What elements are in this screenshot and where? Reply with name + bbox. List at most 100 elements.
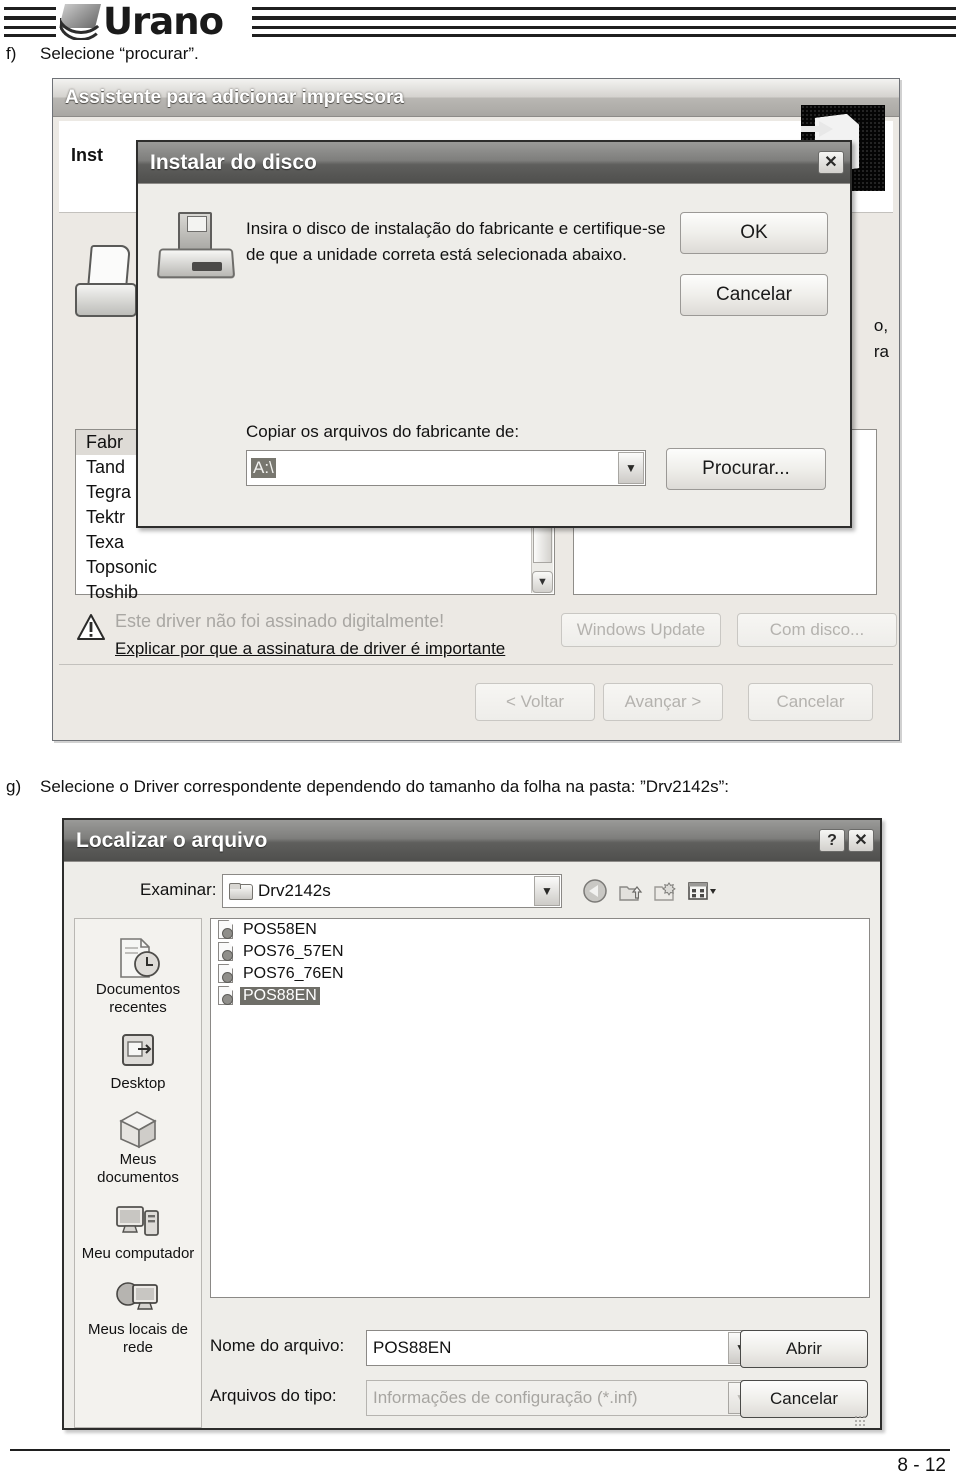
place-recent-documents[interactable]: Documentos recentes — [76, 931, 200, 1023]
warning-triangle-icon — [77, 613, 105, 641]
resize-grip-icon[interactable] — [854, 1415, 866, 1427]
place-label-2: recentes — [109, 999, 167, 1016]
file-name: POS58EN — [243, 921, 317, 938]
wizard-footer: < Voltar Avançar > Cancelar — [59, 664, 893, 738]
wizard-right-text: o, ra — [874, 313, 889, 365]
list-item[interactable]: POS76_76EN — [211, 963, 869, 985]
disk-dialog-body: Insira o disco de instalação do fabrican… — [138, 184, 850, 536]
file-type-label: Arquivos do tipo: — [210, 1386, 337, 1405]
back-button[interactable]: < Voltar — [475, 683, 595, 721]
place-label: Meu computador — [81, 1245, 195, 1262]
help-icon[interactable]: ? — [819, 829, 845, 852]
close-icon[interactable]: ✕ — [818, 151, 844, 174]
file-dialog-title: Localizar o arquivo — [76, 828, 268, 852]
file-name-combobox[interactable]: POS88EN ▼ — [366, 1330, 756, 1366]
up-folder-icon[interactable] — [617, 878, 643, 904]
file-name: POS76_57EN — [243, 943, 344, 960]
disk-dialog-message: Insira o disco de instalação do fabrican… — [246, 216, 686, 268]
desktop-icon — [76, 1029, 200, 1075]
views-icon[interactable] — [687, 878, 716, 904]
step-f-marker: f) — [6, 44, 17, 63]
place-label-2: documentos — [97, 1169, 179, 1186]
file-type-combobox[interactable]: Informações de configuração (*.inf) ▼ — [366, 1380, 756, 1416]
look-in-value-wrap: Drv2142s — [223, 881, 533, 901]
brand-name: Urano — [103, 0, 224, 43]
file-type-value: Informações de configuração (*.inf) — [373, 1388, 638, 1407]
list-item[interactable]: Toshib — [76, 580, 554, 605]
place-label: Documentos — [95, 981, 181, 998]
header-rule-left — [4, 5, 56, 37]
com-disco-button[interactable]: Com disco... — [737, 613, 897, 647]
footer-divider — [10, 1449, 950, 1451]
ok-button[interactable]: OK — [680, 212, 828, 254]
wizard-title: Assistente para adicionar impressora — [65, 86, 404, 108]
cancel-button[interactable]: Cancelar — [740, 1380, 868, 1418]
file-dialog-footer: Nome do arquivo: POS88EN ▼ Arquivos do t… — [210, 1326, 870, 1430]
list-item[interactable]: POS58EN — [211, 919, 869, 941]
look-in-row: Examinar: Drv2142s ▼ — [64, 868, 880, 914]
wizard-heading: Inst — [71, 145, 104, 165]
cancel-button[interactable]: Cancelar — [680, 274, 828, 316]
disk-message-line1: Insira o disco de instalação do fabrican… — [246, 219, 666, 238]
file-list[interactable]: POS58EN POS76_57EN POS76_76EN POS88EN — [210, 918, 870, 1298]
look-in-value: Drv2142s — [258, 881, 331, 900]
inf-file-icon — [217, 942, 236, 962]
browse-button[interactable]: Procurar... — [666, 448, 826, 490]
step-g: g) Selecione o Driver correspondente depe… — [6, 777, 729, 797]
warning-explain-link[interactable]: Explicar por que a assinatura de driver … — [115, 639, 505, 659]
file-name: POS88EN — [240, 987, 320, 1005]
page-header: Urano — [0, 0, 960, 46]
step-g-text: Selecione o Driver correspondente depend… — [40, 777, 729, 796]
urano-mark-icon — [59, 4, 102, 40]
list-item[interactable]: POS88EN — [211, 985, 869, 1007]
copy-source-combobox[interactable]: A:\ ▼ — [246, 450, 646, 486]
header-rule-right — [252, 5, 956, 37]
places-bar: Documentos recentes Desktop Meus documen… — [74, 918, 202, 1428]
wizard-right-text-line1: o, — [873, 316, 889, 335]
inf-file-icon — [217, 986, 236, 1006]
file-name: POS76_76EN — [243, 965, 344, 982]
wizard-right-text-line2: ra — [873, 342, 889, 361]
list-item[interactable]: Topsonic — [76, 555, 554, 580]
close-icon[interactable]: ✕ — [848, 829, 874, 852]
place-desktop[interactable]: Desktop — [76, 1025, 200, 1099]
file-dialog-titlebar: Localizar o arquivo ? ✕ — [64, 820, 880, 862]
new-folder-icon[interactable] — [652, 878, 678, 904]
file-name-label: Nome do arquivo: — [210, 1336, 345, 1355]
chevron-down-icon[interactable]: ▼ — [618, 452, 644, 484]
floppy-drive-icon — [156, 212, 236, 284]
scroll-down-icon[interactable]: ▼ — [532, 571, 553, 593]
chevron-down-icon[interactable]: ▼ — [534, 876, 560, 906]
wizard-titlebar: Assistente para adicionar impressora — [53, 79, 899, 117]
folder-icon — [229, 882, 253, 900]
copy-files-label: Copiar os arquivos do fabricante de: — [246, 422, 520, 441]
file-open-dialog: Localizar o arquivo ? ✕ Examinar: Drv214… — [62, 818, 882, 1430]
back-icon[interactable] — [582, 878, 608, 904]
inf-file-icon — [217, 920, 236, 940]
network-places-icon — [76, 1275, 200, 1321]
place-label-2: rede — [122, 1339, 154, 1356]
look-in-label: Examinar: — [140, 880, 217, 899]
place-label: Meus locais de — [87, 1321, 189, 1338]
my-documents-icon — [76, 1105, 200, 1151]
page-number: 8 - 12 — [897, 1455, 946, 1476]
place-my-computer[interactable]: Meu computador — [76, 1195, 200, 1269]
file-dialog-toolbar — [582, 874, 722, 908]
install-from-disk-dialog: Instalar do disco ✕ Insira o disco de in… — [136, 140, 852, 528]
place-my-documents[interactable]: Meus documentos — [76, 1101, 200, 1193]
look-in-combobox[interactable]: Drv2142s ▼ — [222, 874, 562, 908]
open-button[interactable]: Abrir — [740, 1330, 868, 1368]
copy-source-value: A:\ — [251, 458, 276, 478]
next-button[interactable]: Avançar > — [603, 683, 723, 721]
my-computer-icon — [76, 1199, 200, 1245]
step-g-marker: g) — [6, 777, 22, 796]
cancel-button[interactable]: Cancelar — [748, 683, 873, 721]
place-network[interactable]: Meus locais de rede — [76, 1271, 200, 1363]
list-item[interactable]: POS76_57EN — [211, 941, 869, 963]
disk-dialog-title: Instalar do disco — [150, 150, 317, 174]
brand-logo: Urano — [59, 0, 224, 43]
file-dialog-body: Examinar: Drv2142s ▼ Documentos recentes… — [64, 862, 880, 1438]
warning-text: Este driver não foi assinado digitalment… — [115, 611, 445, 631]
file-name-value[interactable]: POS88EN — [367, 1338, 727, 1358]
windows-update-button[interactable]: Windows Update — [561, 613, 721, 647]
